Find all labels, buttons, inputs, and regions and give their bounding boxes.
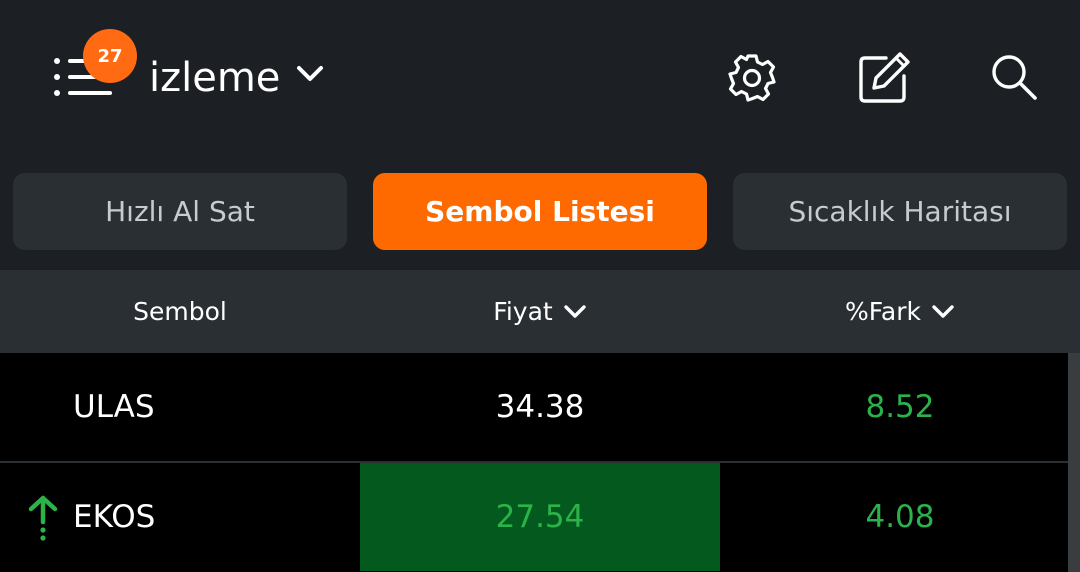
change-cell: 4.08 [865,499,935,535]
gear-icon [728,54,776,102]
search-button[interactable] [987,50,1043,106]
edit-button[interactable] [856,50,912,106]
edit-icon [859,52,910,103]
price-cell: 27.54 [360,463,720,571]
change-cell: 8.52 [865,389,935,425]
tab-sicaklik-haritasi[interactable]: Sıcaklık Haritası [733,173,1067,250]
column-symbol[interactable]: Sembol [0,270,360,353]
column-change[interactable]: %Fark [720,270,1080,353]
table-header: Sembol Fiyat %Fark [0,270,1080,353]
column-symbol-label: Sembol [133,297,227,326]
scrollbar[interactable] [1068,353,1080,572]
symbol-cell: ULAS [73,389,155,425]
notification-badge: 27 [83,29,137,83]
symbol-cell: EKOS [73,499,156,535]
settings-button[interactable] [724,50,780,106]
tab-sembol-listesi[interactable]: Sembol Listesi [373,173,707,250]
table-row[interactable]: EKOS 27.54 4.08 [0,463,1068,571]
column-price-label: Fiyat [493,297,553,326]
search-icon [992,55,1037,100]
chevron-down-icon [932,304,954,318]
price-cell: 34.38 [495,389,585,425]
table-row[interactable]: ULAS 34.38 8.52 [0,353,1068,461]
watchlist-screen: 27 izleme Hızlı Al Sat Sembol Listesi Sı… [0,0,1080,572]
chevron-down-icon [564,304,586,318]
chevron-down-icon[interactable] [296,64,324,84]
up-arrow-icon [28,495,58,541]
column-price[interactable]: Fiyat [360,270,720,353]
app-header: 27 izleme [0,0,1080,150]
watchlist-title[interactable]: izleme [149,54,280,102]
column-change-label: %Fark [845,297,921,326]
tab-hizli-al-sat[interactable]: Hızlı Al Sat [13,173,347,250]
